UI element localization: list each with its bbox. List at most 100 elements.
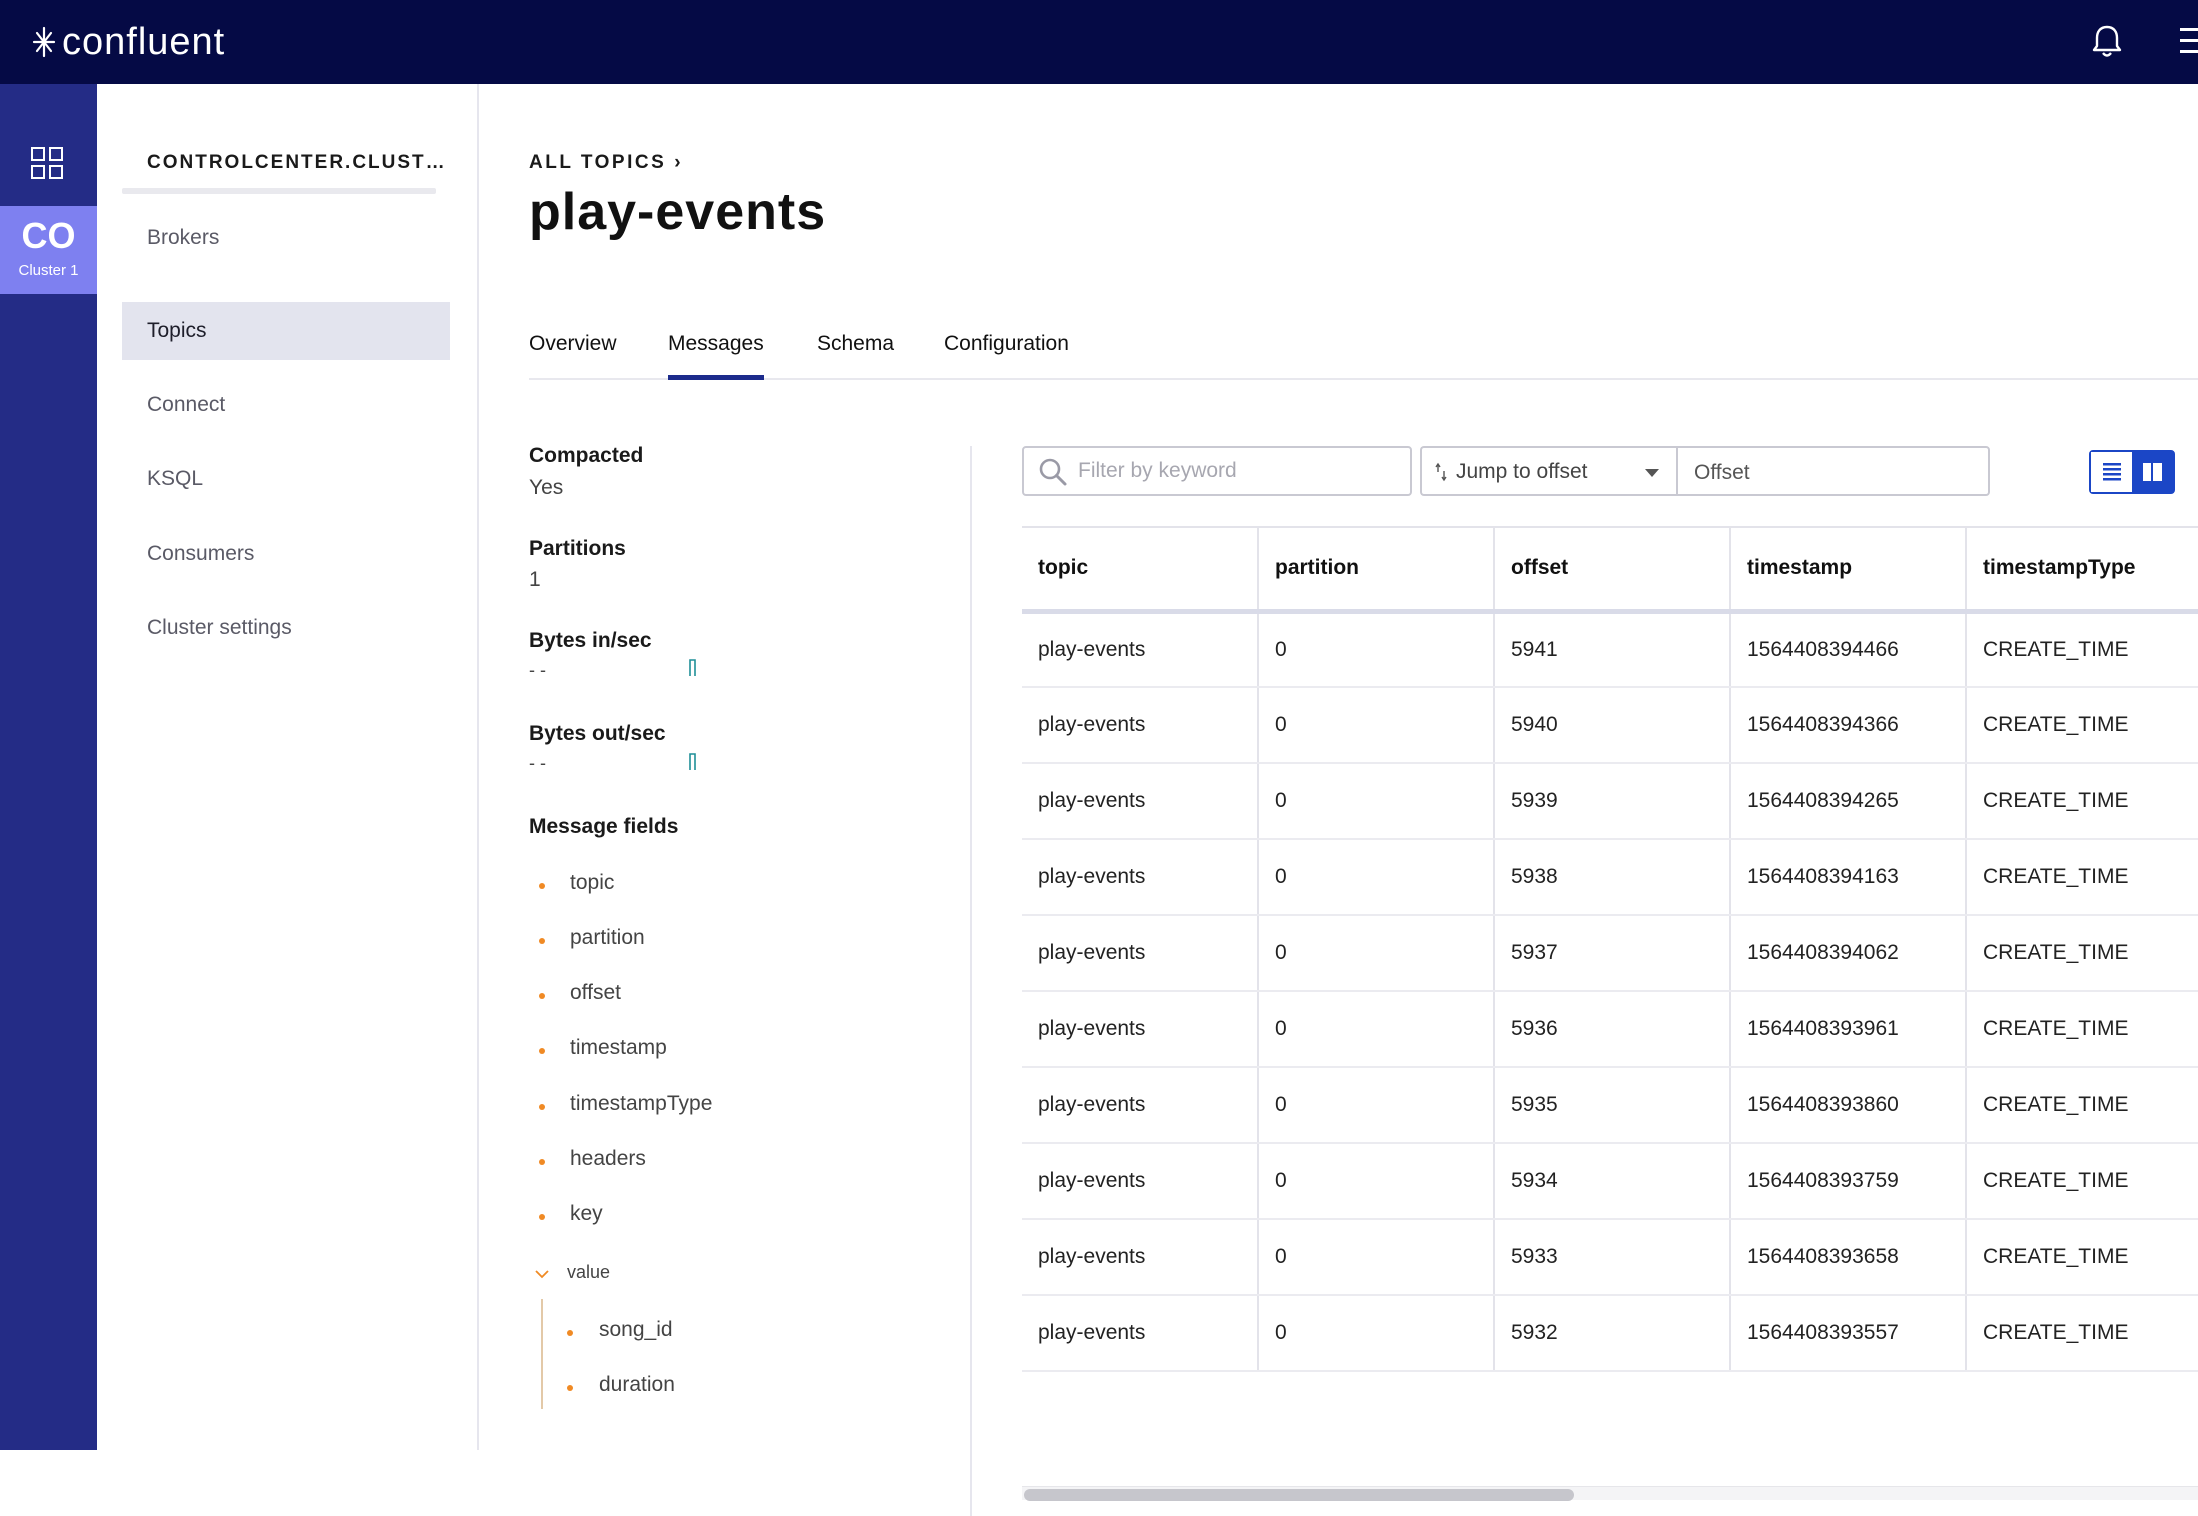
brand-name: confluent — [62, 20, 226, 63]
offset-box[interactable] — [1676, 446, 1990, 496]
field-bullet — [567, 1385, 573, 1391]
bell-icon[interactable] — [2090, 22, 2124, 60]
table-row[interactable]: play-events 0 5935 1564408393860 CREATE_… — [1022, 1067, 2198, 1144]
partitions-value: 1 — [529, 568, 541, 591]
cell-topic: play-events — [1022, 839, 1259, 916]
column-header-topic[interactable]: topic — [1022, 526, 1259, 614]
column-header-offset[interactable]: offset — [1494, 526, 1731, 614]
card-view-button[interactable] — [2132, 452, 2173, 492]
cell-topic: play-events — [1022, 991, 1259, 1068]
table-row[interactable]: play-events 0 5940 1564408394366 CREATE_… — [1022, 687, 2198, 764]
cluster-abbreviation: CO — [21, 215, 76, 256]
partitions-label: Partitions — [529, 537, 626, 560]
tab-configuration[interactable]: Configuration — [944, 324, 1069, 380]
sidebar-item-connect[interactable]: Connect — [122, 376, 450, 434]
cell-partition: 0 — [1258, 839, 1495, 916]
cell-offset: 5939 — [1494, 763, 1731, 840]
sidebar-item-consumers[interactable]: Consumers — [122, 525, 450, 583]
cell-offset: 5934 — [1494, 1143, 1731, 1220]
field-bullet — [539, 938, 545, 944]
column-header-partition[interactable]: partition — [1258, 526, 1495, 614]
search-icon — [1039, 458, 1067, 486]
field-duration: duration — [599, 1373, 675, 1396]
cell-partition: 0 — [1258, 763, 1495, 840]
cell-timestamptype: CREATE_TIME — [1966, 1143, 2198, 1220]
cell-offset: 5936 — [1494, 991, 1731, 1068]
offset-input[interactable] — [1694, 458, 1974, 488]
chevron-down-icon[interactable] — [534, 1268, 550, 1280]
cell-offset: 5937 — [1494, 915, 1731, 992]
filter-keyword-input[interactable] — [1078, 456, 1398, 486]
column-header-timestamptype[interactable]: timestampType — [1966, 526, 2198, 614]
table-row[interactable]: play-events 0 5934 1564408393759 CREATE_… — [1022, 1143, 2198, 1220]
jump-to-offset-select[interactable]: Jump to offset — [1420, 446, 1676, 496]
cell-timestamp: 1564408393557 — [1730, 1295, 1967, 1372]
table-row[interactable]: play-events 0 5933 1564408393658 CREATE_… — [1022, 1219, 2198, 1296]
table-row[interactable]: play-events 0 5941 1564408394466 CREATE_… — [1022, 611, 2198, 688]
sidebar-item-cluster-settings[interactable]: Cluster settings — [122, 599, 450, 657]
compacted-label: Compacted — [529, 444, 644, 467]
left-rail: CO Cluster 1 — [0, 84, 97, 1450]
main-content: ALL TOPICS › play-events Overview Message… — [479, 84, 2198, 1516]
field-topic: topic — [570, 871, 615, 894]
field-key: key — [570, 1202, 603, 1225]
cell-timestamp: 1564408394163 — [1730, 839, 1967, 916]
cell-offset: 5935 — [1494, 1067, 1731, 1144]
cell-offset: 5932 — [1494, 1295, 1731, 1372]
sidebar-item-topics[interactable]: Topics — [122, 302, 450, 360]
sidebar-item-ksql[interactable]: KSQL — [122, 450, 450, 508]
jump-to-offset-label: Jump to offset — [1456, 460, 1588, 483]
caret-down-icon — [1645, 469, 1659, 477]
cell-partition: 0 — [1258, 611, 1495, 688]
cluster-tile[interactable]: CO Cluster 1 — [0, 206, 97, 294]
field-timestamptype: timestampType — [570, 1092, 713, 1115]
table-row[interactable]: play-events 0 5938 1564408394163 CREATE_… — [1022, 839, 2198, 916]
table-row[interactable]: play-events 0 5937 1564408394062 CREATE_… — [1022, 915, 2198, 992]
card-view-icon — [2143, 463, 2162, 481]
table-row[interactable]: play-events 0 5932 1564408393557 CREATE_… — [1022, 1295, 2198, 1372]
cell-offset: 5941 — [1494, 611, 1731, 688]
cell-timestamp: 1564408394062 — [1730, 915, 1967, 992]
cell-partition: 0 — [1258, 1143, 1495, 1220]
scrollbar-thumb[interactable] — [1024, 1489, 1574, 1501]
horizontal-scrollbar[interactable] — [1022, 1486, 2198, 1501]
cluster-sidebar: CONTROLCENTER.CLUST… Brokers Topics Conn… — [97, 84, 479, 1450]
confluent-logo[interactable]: confluent — [30, 20, 225, 64]
compacted-value: Yes — [529, 476, 564, 499]
sidebar-item-brokers[interactable]: Brokers — [122, 209, 450, 267]
tab-overview[interactable]: Overview — [529, 324, 617, 380]
tab-schema[interactable]: Schema — [817, 324, 894, 380]
cell-topic: play-events — [1022, 687, 1259, 764]
table-view-button[interactable] — [2091, 452, 2132, 492]
cell-topic: play-events — [1022, 1067, 1259, 1144]
cell-timestamptype: CREATE_TIME — [1966, 1067, 2198, 1144]
cell-partition: 0 — [1258, 1067, 1495, 1144]
tab-messages[interactable]: Messages — [668, 324, 764, 380]
cell-timestamp: 1564408394466 — [1730, 611, 1967, 688]
cluster-name: Cluster 1 — [18, 262, 79, 279]
grid-icon[interactable] — [30, 146, 64, 180]
bytes-out-value: - - — [529, 753, 546, 773]
list-view-icon — [2103, 463, 2121, 481]
column-header-timestamp[interactable]: timestamp — [1730, 526, 1967, 614]
cell-timestamptype: CREATE_TIME — [1966, 991, 2198, 1068]
field-value-group[interactable]: value — [567, 1262, 610, 1283]
cell-timestamp: 1564408394366 — [1730, 687, 1967, 764]
breadcrumb[interactable]: ALL TOPICS › — [529, 152, 683, 174]
table-row[interactable]: play-events 0 5939 1564408394265 CREATE_… — [1022, 763, 2198, 840]
breadcrumb-all-topics[interactable]: ALL TOPICS — [529, 152, 666, 173]
cell-timestamptype: CREATE_TIME — [1966, 687, 2198, 764]
cell-timestamptype: CREATE_TIME — [1966, 839, 2198, 916]
cell-timestamptype: CREATE_TIME — [1966, 1219, 2198, 1296]
confluent-logo-icon — [32, 26, 56, 58]
value-tree-line — [541, 1299, 543, 1409]
cell-topic: play-events — [1022, 915, 1259, 992]
view-toggle — [2089, 450, 2175, 494]
field-bullet — [539, 1159, 545, 1165]
cell-topic: play-events — [1022, 1143, 1259, 1220]
table-row[interactable]: play-events 0 5936 1564408393961 CREATE_… — [1022, 991, 2198, 1068]
filter-box[interactable] — [1022, 446, 1412, 496]
cluster-title: CONTROLCENTER.CLUST… — [147, 152, 447, 173]
hamburger-icon[interactable] — [2180, 26, 2198, 56]
cell-timestamp: 1564408394265 — [1730, 763, 1967, 840]
